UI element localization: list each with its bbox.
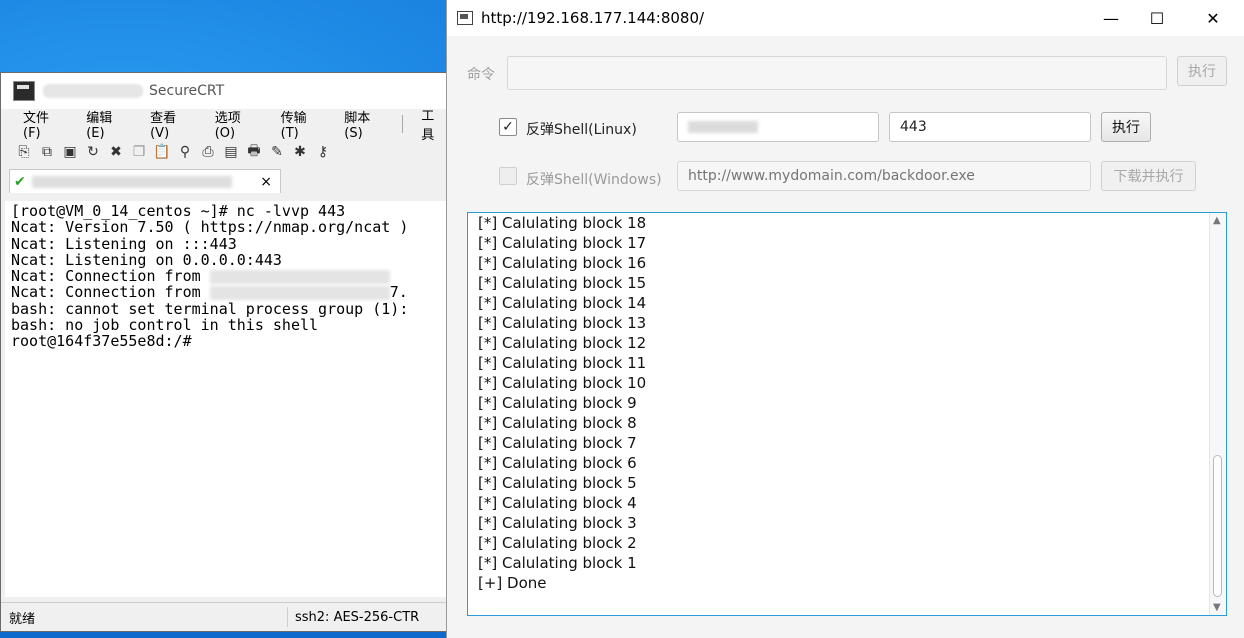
- window-icon: [457, 11, 473, 25]
- menu-script[interactable]: 脚本(S): [344, 107, 388, 141]
- scroll-thumb[interactable]: [1213, 455, 1222, 597]
- command-label: 命令: [467, 67, 495, 83]
- print-icon[interactable]: ⎙: [199, 143, 217, 161]
- output-scrollbar[interactable]: ▲ ▼: [1209, 213, 1226, 615]
- checkmark-icon: ✓: [502, 119, 514, 135]
- securecrt-tabbar: ✔ ×: [1, 165, 455, 193]
- output-line: [*] Calulating block 5: [478, 474, 637, 492]
- linux-exec-button[interactable]: 执行: [1101, 112, 1151, 142]
- paste-icon[interactable]: 📋: [153, 143, 171, 161]
- output-line: [*] Calulating block 1: [478, 554, 637, 572]
- output-line: [*] Calulating block 9: [478, 394, 637, 412]
- terminal-line-text: Ncat: Connection from: [11, 283, 210, 302]
- securecrt-toolbar: ⎘ ⧉ ▣ ↻ ✖ ❐ 📋 ⚲ ⎙ ▤ 🖶 ✎ ✱ ⚷: [1, 139, 455, 165]
- redacted-ip: [209, 285, 390, 300]
- linux-shell-checkbox[interactable]: ✓: [499, 118, 517, 136]
- menu-transfer[interactable]: 传输(T): [281, 107, 325, 141]
- windows-download-exec-button[interactable]: 下载并执行: [1101, 161, 1196, 191]
- exploit-tool-window: http://192.168.177.144:8080/ — ☐ ✕ 命令 执行…: [446, 0, 1244, 638]
- maximize-icon[interactable]: ☐: [1134, 0, 1180, 36]
- output-line: [*] Calulating block 7: [478, 434, 637, 452]
- command-input[interactable]: [507, 56, 1167, 90]
- terminal-line: root@164f37e55e8d:/#: [11, 332, 192, 351]
- find-icon[interactable]: ⚲: [176, 143, 194, 161]
- app-titlebar[interactable]: http://192.168.177.144:8080/ — ☐ ✕: [447, 0, 1244, 36]
- output-log[interactable]: [*] Calulating block 18 [*] Calulating bl…: [467, 212, 1227, 616]
- disconnect-icon[interactable]: ✖: [107, 143, 125, 161]
- menu-options[interactable]: 选项(O): [215, 107, 261, 141]
- output-line: [*] Calulating block 6: [478, 454, 637, 472]
- securecrt-title: SecureCRT: [149, 83, 225, 99]
- output-lines: [*] Calulating block 18 [*] Calulating bl…: [478, 213, 646, 593]
- print-setup-icon[interactable]: ▤: [222, 143, 240, 161]
- terminal-line: [root@VM_0_14_centos ~]# nc -lvvp 443: [11, 202, 346, 220]
- connected-check-icon: ✔: [14, 173, 26, 190]
- close-icon[interactable]: ✕: [1190, 0, 1236, 36]
- redacted-session-name: [43, 84, 143, 98]
- linux-shell-label: 反弹Shell(Linux): [526, 122, 637, 138]
- redacted-ip: [209, 269, 390, 284]
- terminal-output[interactable]: [root@VM_0_14_centos ~]# nc -lvvp 443 Nca…: [5, 201, 455, 597]
- session-icon[interactable]: ▣: [61, 143, 79, 161]
- output-line: [*] Calulating block 16: [478, 254, 647, 272]
- terminal-line: bash: cannot set terminal process group …: [11, 299, 409, 318]
- terminal-line: Ncat: Version 7.50 ( https://nmap.org/nc…: [11, 218, 409, 237]
- linux-host-input[interactable]: [677, 112, 879, 142]
- menu-separator: [402, 115, 404, 133]
- output-line: [*] Calulating block 13: [478, 314, 647, 332]
- linux-port-input[interactable]: 443: [889, 112, 1091, 142]
- terminal-line: Ncat: Listening on 0.0.0.0:443: [11, 250, 282, 269]
- output-line: [*] Calulating block 18: [478, 214, 647, 232]
- status-cipher: ssh2: AES-256-CTR: [295, 609, 420, 625]
- menu-view[interactable]: 查看(V): [150, 107, 195, 141]
- menu-tools[interactable]: 工具: [421, 105, 447, 143]
- output-line: [*] Calulating block 2: [478, 534, 637, 552]
- windows-shell-checkbox[interactable]: [499, 167, 517, 185]
- securecrt-titlebar[interactable]: SecureCRT: [1, 73, 455, 109]
- scroll-up-icon[interactable]: ▲: [1213, 215, 1221, 226]
- windows-shell-label: 反弹Shell(Windows): [526, 172, 662, 188]
- connect-icon[interactable]: ⎘: [15, 143, 33, 161]
- redacted-tab-name: [31, 175, 232, 188]
- securecrt-app-icon: [13, 81, 35, 101]
- output-line: [*] Calulating block 8: [478, 414, 637, 432]
- output-line: [*] Calulating block 17: [478, 234, 647, 252]
- windows-url-input[interactable]: [677, 161, 1091, 191]
- key-icon[interactable]: ⚷: [314, 143, 332, 161]
- minimize-icon[interactable]: —: [1088, 0, 1134, 36]
- redacted-host: [688, 121, 758, 133]
- settings-icon[interactable]: ✱: [291, 143, 309, 161]
- securecrt-menubar: 文件(F) 编辑(E) 查看(V) 选项(O) 传输(T) 脚本(S) 工具: [1, 107, 455, 143]
- output-line: [*] Calulating block 4: [478, 494, 637, 512]
- output-line: [*] Calulating block 11: [478, 354, 647, 372]
- output-line: [*] Calulating block 14: [478, 294, 647, 312]
- status-ready: 就绪: [9, 611, 36, 627]
- scroll-down-icon[interactable]: ▼: [1213, 602, 1221, 613]
- session-tab[interactable]: ✔ ×: [9, 169, 281, 193]
- tab-close-icon[interactable]: ×: [260, 174, 272, 190]
- status-divider: [287, 607, 288, 627]
- terminal-line: Ncat: Connection from 7.: [11, 284, 455, 300]
- output-line: [+] Done: [478, 574, 547, 592]
- output-line: [*] Calulating block 3: [478, 514, 637, 532]
- terminal-line-suffix: 7.: [389, 283, 408, 302]
- menu-edit[interactable]: 编辑(E): [86, 107, 130, 141]
- copy-icon[interactable]: ❐: [130, 143, 148, 161]
- output-line: [*] Calulating block 12: [478, 334, 647, 352]
- quick-connect-icon[interactable]: ⧉: [38, 143, 56, 161]
- output-line: [*] Calulating block 10: [478, 374, 647, 392]
- securecrt-window: SecureCRT 文件(F) 编辑(E) 查看(V) 选项(O) 传输(T) …: [0, 72, 456, 632]
- terminal-line: bash: no job control in this shell: [11, 316, 319, 335]
- output-line: [*] Calulating block 15: [478, 274, 647, 292]
- terminal-line: Ncat: Listening on :::443: [11, 234, 237, 253]
- app-title: http://192.168.177.144:8080/: [481, 9, 705, 27]
- terminal-line: Ncat: Connection from: [11, 268, 455, 284]
- menu-file[interactable]: 文件(F): [23, 107, 66, 141]
- reconnect-icon[interactable]: ↻: [84, 143, 102, 161]
- printer-icon[interactable]: 🖶: [245, 143, 263, 161]
- command-exec-button[interactable]: 执行: [1177, 56, 1227, 86]
- terminal-line-text: Ncat: Connection from: [11, 267, 210, 286]
- securecrt-statusbar: 就绪 ssh2: AES-256-CTR: [1, 602, 455, 631]
- options-icon[interactable]: ✎: [268, 143, 286, 161]
